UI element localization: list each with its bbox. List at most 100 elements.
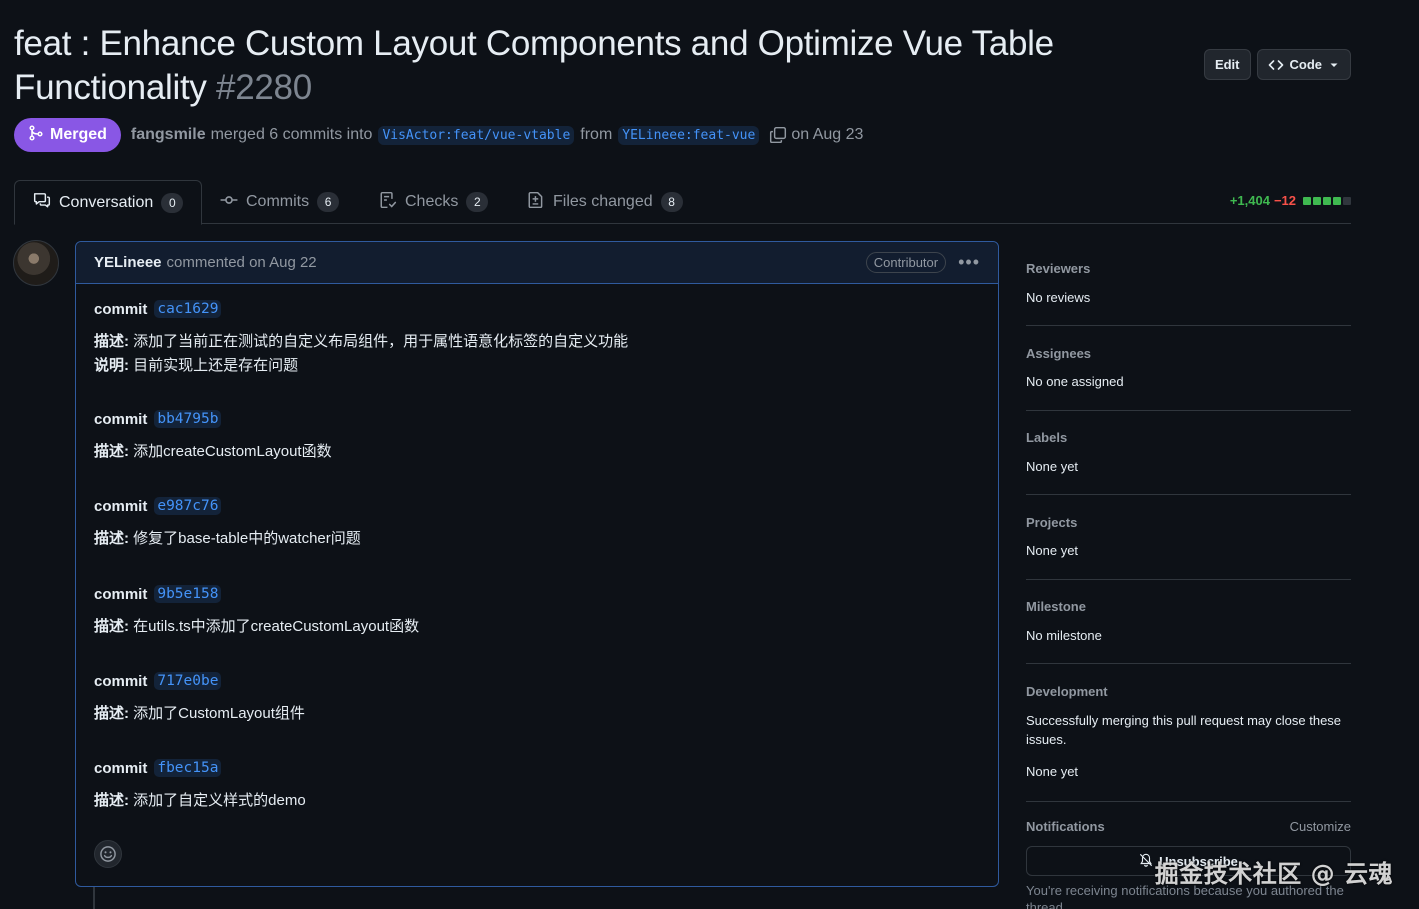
commit-description: 描述: 在utils.ts中添加了createCustomLayout函数 xyxy=(94,615,419,639)
commit-word: commit xyxy=(94,759,148,777)
pr-meta: Merged fangsmile merged 6 commits into V… xyxy=(14,118,863,152)
diffstat-additions: +1,404 xyxy=(1229,193,1270,208)
tab-commits[interactable]: Commits 6 xyxy=(202,180,357,224)
sidebar-projects-value: None yet xyxy=(1026,543,1079,558)
sidebar-labels-value: None yet xyxy=(1026,459,1079,474)
commit-description-key: 描述: xyxy=(94,333,129,350)
sidebar-reviewers[interactable]: Reviewers No reviews xyxy=(1026,244,1351,326)
commit-reference: commit bb4795b xyxy=(94,410,222,428)
tab-checks[interactable]: Checks 2 xyxy=(361,180,506,224)
commit-description-key: 描述: xyxy=(94,705,129,722)
comment-author-link[interactable]: YELineee xyxy=(94,254,162,271)
commit-description: 描述: 添加了CustomLayout组件 xyxy=(94,702,305,726)
contributor-badge: Contributor xyxy=(865,252,947,273)
comment-header: YELineee commented on Aug 22 Contributor… xyxy=(76,242,998,284)
commit-description-text: 修复了base-table中的watcher问题 xyxy=(133,530,361,547)
comment-meta[interactable]: commented on Aug 22 xyxy=(167,254,317,271)
diffstat-block xyxy=(1333,196,1341,205)
commit-sha-link[interactable]: 9b5e158 xyxy=(154,585,222,603)
sidebar-projects[interactable]: Projects None yet xyxy=(1026,495,1351,580)
commit-word: commit xyxy=(94,300,148,318)
commit-description-key: 描述: xyxy=(94,618,129,635)
sidebar-labels-title: Labels xyxy=(1026,430,1068,445)
avatar[interactable] xyxy=(13,240,59,286)
commit-sha-link[interactable]: bb4795b xyxy=(154,410,222,428)
diffstat-blocks xyxy=(1303,196,1351,205)
code-button[interactable]: Code xyxy=(1256,49,1351,80)
sidebar-development-title: Development xyxy=(1026,684,1108,699)
sidebar-milestone[interactable]: Milestone No milestone xyxy=(1026,580,1351,664)
commit-reference: commit e987c76 xyxy=(94,497,222,515)
pr-title-text: feat : Enhance Custom Layout Components … xyxy=(14,24,1054,107)
tab-conversation-label: Conversation xyxy=(59,193,154,211)
add-reaction-icon[interactable] xyxy=(94,840,122,868)
pr-tabs: Conversation 0 Commits 6 Checks 2 Files … xyxy=(14,180,1351,225)
merge-icon xyxy=(28,124,44,146)
diffstat: +1,404 −12 xyxy=(1230,193,1351,208)
commit-description-key: 描述: xyxy=(94,443,129,460)
tab-conversation[interactable]: Conversation 0 xyxy=(14,180,203,225)
pr-number: #2280 xyxy=(216,68,312,107)
pr-author-link[interactable]: fangsmile xyxy=(131,126,206,144)
code-icon xyxy=(1268,57,1284,73)
commit-description-text: 添加了CustomLayout组件 xyxy=(133,705,305,722)
commit-description-text: 添加createCustomLayout函数 xyxy=(133,443,332,460)
commit-reference: commit 9b5e158 xyxy=(94,585,222,603)
tab-checks-count: 2 xyxy=(466,192,489,212)
commit-description-key: 说明: xyxy=(94,357,129,374)
sidebar-projects-title: Projects xyxy=(1026,515,1078,530)
commit-description-text: 在utils.ts中添加了createCustomLayout函数 xyxy=(133,618,420,635)
sidebar-labels[interactable]: Labels None yet xyxy=(1026,411,1351,495)
commit-word: commit xyxy=(94,672,148,690)
timeline-line xyxy=(93,887,95,909)
commit-sha-link[interactable]: fbec15a xyxy=(154,759,222,777)
base-branch-link[interactable]: VisActor:feat/vue-vtable xyxy=(378,125,575,145)
code-button-label: Code xyxy=(1289,57,1323,72)
tab-commits-count: 6 xyxy=(317,192,340,212)
sidebar-milestone-title: Milestone xyxy=(1026,599,1086,614)
copy-icon[interactable] xyxy=(769,126,787,144)
from-text: from xyxy=(580,126,613,143)
sidebar-development-note: Successfully merging this pull request m… xyxy=(1026,713,1342,747)
head-branch-link[interactable]: YELineee:feat-vue xyxy=(618,125,760,145)
sidebar-development[interactable]: Development Successfully merging this pu… xyxy=(1026,664,1351,802)
sidebar-milestone-value: No milestone xyxy=(1026,628,1102,643)
commit-word: commit xyxy=(94,585,148,603)
tab-files-changed[interactable]: Files changed 8 xyxy=(509,180,701,224)
tab-checks-label: Checks xyxy=(405,193,459,210)
sidebar-notifications-title: Notifications xyxy=(1026,819,1105,834)
tab-files-changed-label: Files changed xyxy=(553,193,653,210)
merged-badge: Merged xyxy=(14,118,121,152)
pr-description-comment: YELineee commented on Aug 22 Contributor… xyxy=(75,241,999,887)
notifications-customize-link[interactable]: Customize xyxy=(1290,819,1351,834)
diffstat-block xyxy=(1343,196,1351,205)
kebab-horizontal-icon[interactable]: ••• xyxy=(958,252,980,273)
header-actions: Edit Code xyxy=(1203,49,1351,80)
commit-word: commit xyxy=(94,497,148,515)
tab-conversation-count: 0 xyxy=(161,192,184,213)
commit-sha-link[interactable]: e987c76 xyxy=(154,497,222,515)
commit-icon xyxy=(220,191,238,214)
commit-sha-link[interactable]: 717e0be xyxy=(154,672,222,690)
commit-description: 描述: 添加了当前正在测试的自定义布局组件，用于属性语意化标签的自定义功能 xyxy=(94,330,628,354)
commit-description-key: 描述: xyxy=(94,530,129,547)
commit-description: 描述: 添加了自定义样式的demo xyxy=(94,789,306,813)
diffstat-block xyxy=(1323,196,1331,205)
sidebar-assignees-value: No one assigned xyxy=(1026,374,1124,389)
sidebar-development-value: None yet xyxy=(1026,764,1079,779)
watermark: 掘金技术社区 @ 云魂 xyxy=(1154,860,1393,888)
caret-down-icon xyxy=(1328,59,1340,71)
bell-slash-icon xyxy=(1139,853,1153,870)
merge-text: merged 6 commits into xyxy=(210,126,373,143)
sidebar-assignees[interactable]: Assignees No one assigned xyxy=(1026,326,1351,411)
commit-reference: commit cac1629 xyxy=(94,300,222,318)
commit-description-text: 目前实现上还是存在问题 xyxy=(133,357,299,374)
commit-reference: commit fbec15a xyxy=(94,759,222,777)
tab-commits-label: Commits xyxy=(246,193,310,210)
edit-button[interactable]: Edit xyxy=(1203,49,1251,80)
pr-title: feat : Enhance Custom Layout Components … xyxy=(14,22,1074,110)
diffstat-deletions: −12 xyxy=(1273,193,1296,208)
commit-sha-link[interactable]: cac1629 xyxy=(154,300,222,318)
comment-discussion-icon xyxy=(33,191,51,214)
commit-description: 描述: 添加createCustomLayout函数 xyxy=(94,440,332,464)
